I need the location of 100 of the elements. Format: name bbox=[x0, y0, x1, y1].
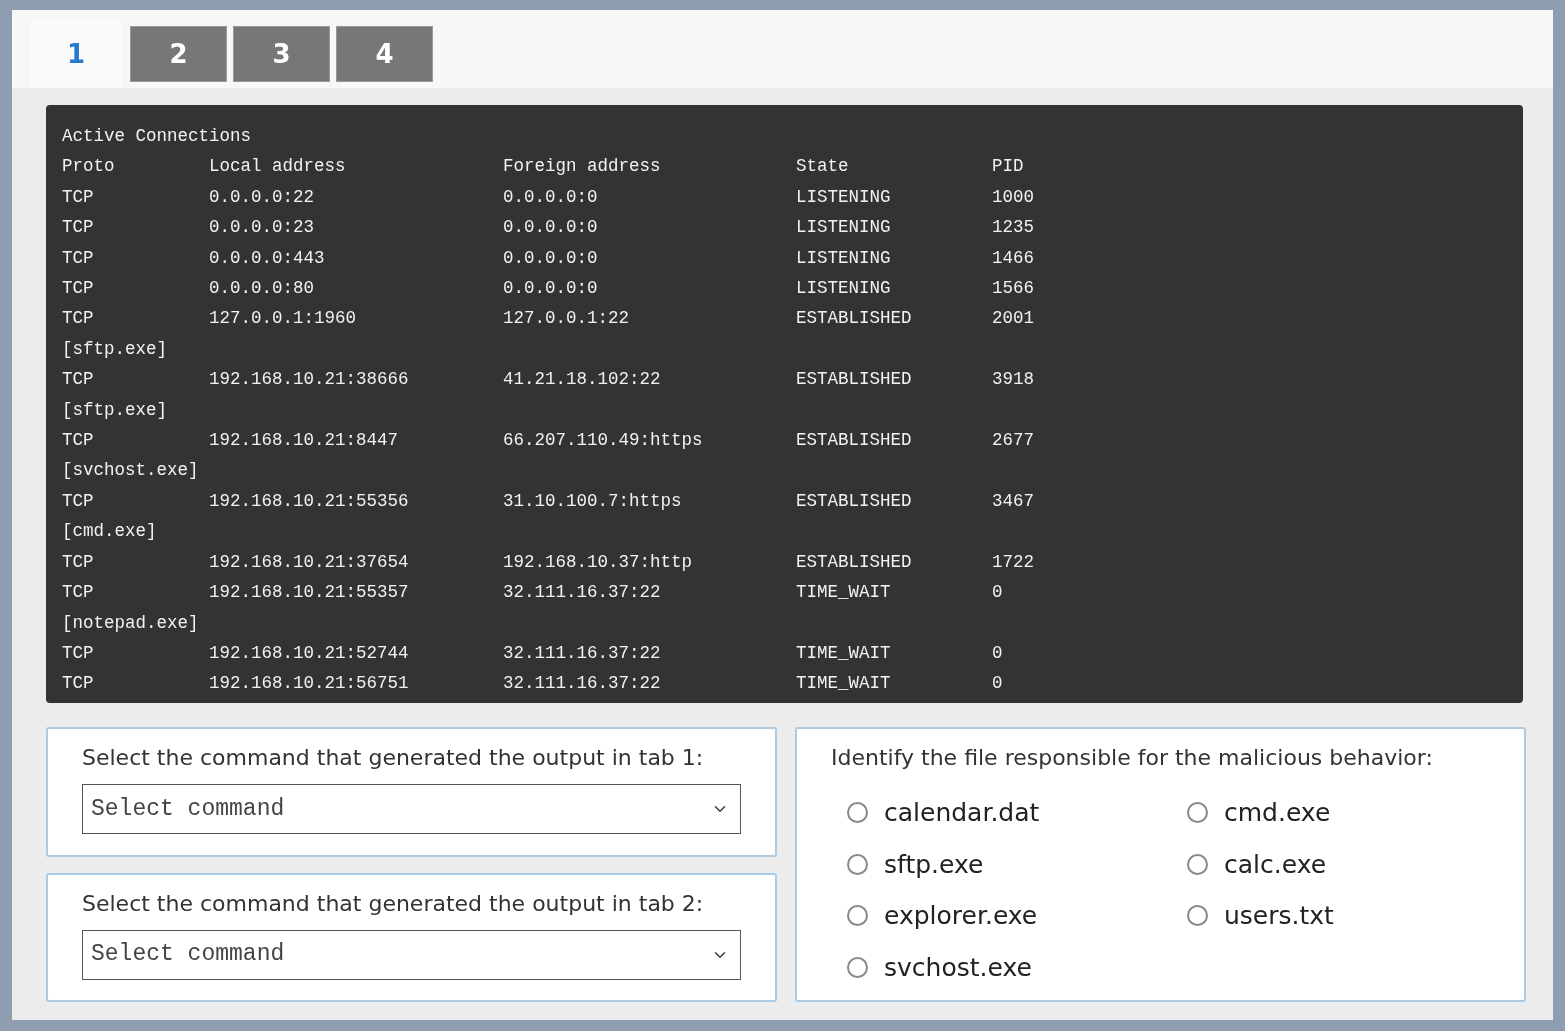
terminal-cell-text: 3467 bbox=[992, 489, 1035, 513]
terminal-cell-text: 31.10.100.7:https bbox=[503, 489, 683, 513]
terminal-cell-text: 2001 bbox=[992, 307, 1035, 331]
terminal-cell-text: 192.168.10.21:38666 bbox=[209, 368, 410, 392]
tab[interactable]: 3 bbox=[233, 26, 330, 82]
column-header: Foreign address bbox=[503, 155, 662, 179]
terminal-cell-text: 32.111.16.37:22 bbox=[503, 641, 662, 665]
terminal-cell-text: LISTENING bbox=[796, 246, 892, 270]
terminal-cell-text: LISTENING bbox=[796, 277, 892, 301]
terminal-cell-text: 0 bbox=[992, 581, 1004, 605]
option-label: svchost.exe bbox=[884, 951, 1032, 984]
terminal-cell-text: TCP bbox=[62, 672, 95, 696]
tab[interactable]: 2 bbox=[130, 26, 227, 82]
tab[interactable]: 4 bbox=[336, 26, 433, 82]
terminal-cell-text: 192.168.10.21:55356 bbox=[209, 489, 410, 513]
option-label: users.txt bbox=[1224, 900, 1334, 932]
terminal-cell-text: 127.0.0.1:1960 bbox=[209, 307, 358, 331]
question-prompt: Select the command that generated the output in tab 2: bbox=[82, 889, 705, 918]
terminal-cell-text: ESTABLISHED bbox=[796, 489, 913, 513]
terminal-cell-text: 66.207.110.49:https bbox=[503, 429, 704, 453]
terminal-cell-text: 1566 bbox=[992, 277, 1035, 301]
terminal-cell-text: TCP bbox=[62, 277, 95, 301]
terminal-cell-text: TCP bbox=[62, 307, 95, 331]
radio-option[interactable]: explorer.exe bbox=[847, 897, 1187, 935]
terminal-cell-text: 1235 bbox=[992, 216, 1035, 240]
terminal-cell-text: 127.0.0.1:22 bbox=[503, 307, 631, 331]
terminal-cell-text: 41.21.18.102:22 bbox=[503, 368, 662, 392]
radio-option[interactable]: calc.exe bbox=[1187, 845, 1487, 883]
terminal-cell-text: LISTENING bbox=[796, 216, 892, 240]
radio-option[interactable]: cmd.exe bbox=[1187, 794, 1487, 832]
terminal-cell-text: 192.168.10.21:8447 bbox=[209, 429, 400, 453]
radio-option[interactable]: users.txt bbox=[1187, 897, 1487, 935]
terminal-cell-text: 1000 bbox=[992, 185, 1035, 209]
terminal-cell-text: TCP bbox=[62, 429, 95, 453]
option-label: calc.exe bbox=[1224, 848, 1327, 881]
terminal-cell-text: 192.168.10.21:55357 bbox=[209, 581, 410, 605]
terminal-cell-text: 0.0.0.0:80 bbox=[209, 277, 316, 301]
terminal-cell-text: TCP bbox=[62, 550, 95, 574]
terminal-cell-text: 1722 bbox=[992, 550, 1035, 574]
terminal-cell-text: 0.0.0.0:22 bbox=[209, 185, 316, 209]
terminal-cell-text: 0.0.0.0:0 bbox=[503, 185, 599, 209]
terminal-cell-text: TIME_WAIT bbox=[796, 672, 892, 696]
process-name: [notepad.exe] bbox=[62, 611, 200, 635]
radio-button[interactable] bbox=[847, 956, 868, 978]
terminal-cell-text: TCP bbox=[62, 489, 95, 513]
radio-button[interactable] bbox=[1187, 853, 1208, 875]
terminal-cell-text: TIME_WAIT bbox=[796, 581, 892, 605]
terminal-cell-text: ESTABLISHED bbox=[796, 550, 913, 574]
terminal-cell-text: 2677 bbox=[992, 429, 1035, 453]
process-name: [sftp.exe] bbox=[62, 337, 169, 361]
process-name: [sftp.exe] bbox=[62, 398, 169, 422]
terminal-cell-text: 0.0.0.0:0 bbox=[503, 277, 599, 301]
radio-button[interactable] bbox=[847, 905, 868, 927]
terminal-cell-text: 3918 bbox=[992, 368, 1035, 392]
option-label: explorer.exe bbox=[884, 900, 1038, 932]
terminal-cell-text: TCP bbox=[62, 246, 95, 270]
terminal-cell-text: 192.168.10.21:52744 bbox=[209, 641, 410, 665]
process-name: [svchost.exe] bbox=[62, 459, 200, 483]
radio-option[interactable]: sftp.exe bbox=[847, 845, 1187, 883]
command-select[interactable]: Select command bbox=[82, 929, 741, 980]
radio-option[interactable]: calendar.dat bbox=[847, 794, 1187, 832]
radio-button[interactable] bbox=[1187, 905, 1208, 927]
terminal-cell-text: LISTENING bbox=[796, 185, 892, 209]
terminal-cell-text: 192.168.10.21:37654 bbox=[209, 550, 410, 574]
terminal-cell-text: TCP bbox=[62, 216, 95, 240]
command-select[interactable]: Select command bbox=[82, 784, 741, 834]
question-prompt: Select the command that generated the output in tab 1: bbox=[82, 744, 705, 772]
terminal-cell-text: 192.168.10.21:56751 bbox=[209, 672, 410, 696]
terminal-cell-text: TIME_WAIT bbox=[796, 641, 892, 665]
column-header: PID bbox=[992, 155, 1025, 179]
terminal-cell-text: TCP bbox=[62, 581, 95, 605]
terminal-cell-text: 0 bbox=[992, 672, 1004, 696]
terminal-cell-text: ESTABLISHED bbox=[796, 429, 913, 453]
terminal-cell-text: TCP bbox=[62, 641, 95, 665]
terminal-cell-text: TCP bbox=[62, 368, 95, 392]
column-header: State bbox=[796, 155, 850, 179]
terminal-cell-text: 0.0.0.0:443 bbox=[209, 246, 326, 270]
terminal-cell-text: 192.168.10.37:http bbox=[503, 550, 694, 574]
terminal-cell-text: ESTABLISHED bbox=[796, 307, 913, 331]
question-prompt: Identify the file responsible for the malicious behavior: bbox=[831, 744, 1434, 772]
column-header: Proto bbox=[62, 155, 116, 179]
terminal-cell-text: 1466 bbox=[992, 246, 1035, 270]
radio-button[interactable] bbox=[847, 853, 868, 875]
radio-button[interactable] bbox=[1187, 802, 1208, 824]
column-header: Local address bbox=[209, 155, 347, 179]
radio-option[interactable]: svchost.exe bbox=[847, 948, 1187, 986]
terminal-cell-text: 0.0.0.0:0 bbox=[503, 246, 599, 270]
terminal-cell-text: 0.0.0.0:0 bbox=[503, 216, 599, 240]
radio-button[interactable] bbox=[847, 802, 868, 824]
option-label: cmd.exe bbox=[1224, 797, 1331, 829]
terminal-cell-text: 0.0.0.0:23 bbox=[209, 216, 316, 240]
terminal-title: Active Connections bbox=[62, 125, 253, 148]
terminal-cell-text: 0 bbox=[992, 641, 1004, 665]
terminal-cell-text: TCP bbox=[62, 185, 95, 209]
option-label: sftp.exe bbox=[884, 848, 984, 881]
option-label: calendar.dat bbox=[884, 797, 1040, 829]
terminal-cell-text: 32.111.16.37:22 bbox=[503, 581, 662, 605]
terminal-cell-text: 32.111.16.37:22 bbox=[503, 672, 662, 696]
process-name: [cmd.exe] bbox=[62, 520, 158, 544]
terminal-cell-text: ESTABLISHED bbox=[796, 368, 913, 392]
